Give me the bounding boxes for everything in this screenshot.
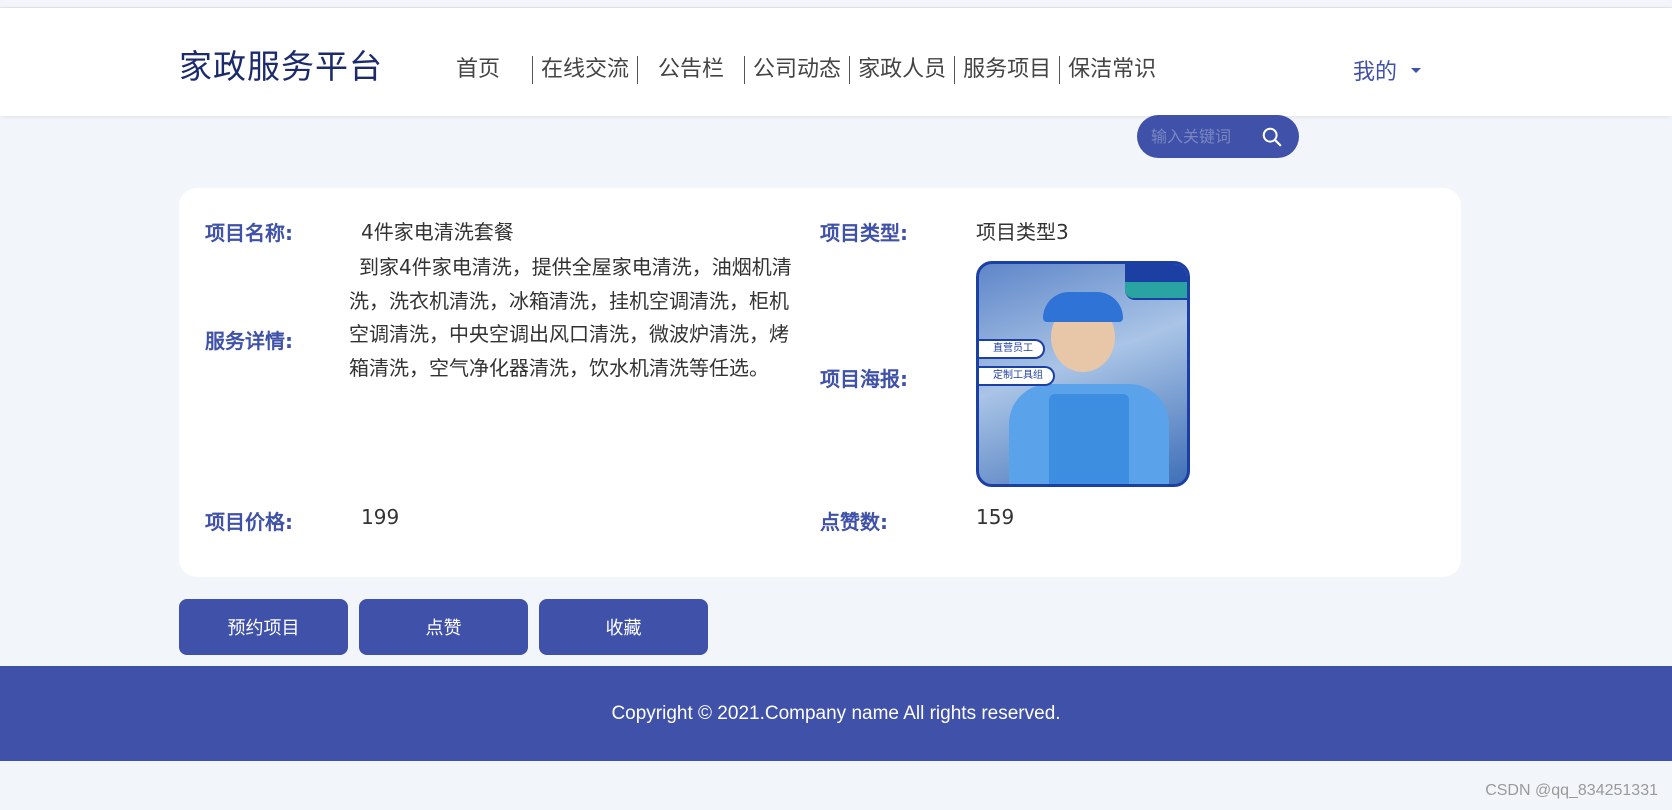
poster-worker-cap	[1043, 292, 1123, 322]
nav-item-company-news[interactable]: 公司动态	[744, 56, 849, 84]
nav-item-services[interactable]: 服务项目	[954, 56, 1059, 84]
poster-worker-apron	[1049, 394, 1129, 484]
service-detail-label: 服务详情:	[205, 329, 293, 353]
nav-item-home[interactable]: 首页	[440, 56, 520, 84]
favorite-button[interactable]: 收藏	[539, 599, 708, 655]
poster-sub-badge	[1125, 282, 1187, 298]
watermark: CSDN @qq_834251331	[1485, 782, 1658, 799]
search-input[interactable]	[1151, 121, 1251, 152]
project-price-value: 199	[361, 505, 400, 529]
user-menu-label: 我的	[1353, 60, 1398, 85]
service-detail-card: 项目名称: 4件家电清洗套餐 项目类型: 项目类型3 服务详情: 到家4件家电清…	[179, 188, 1461, 577]
nav-item-housekeepers[interactable]: 家政人员	[849, 56, 954, 84]
site-brand[interactable]: 家政服务平台	[179, 40, 383, 88]
project-name-value: 4件家电清洗套餐	[361, 220, 514, 244]
main-nav: 首页 在线交流 公告栏 公司动态 家政人员 服务项目 保洁常识	[440, 52, 1164, 88]
project-poster-image: 直营员工 定制工具组	[976, 261, 1190, 487]
top-border	[0, 0, 1672, 8]
nav-item-online-chat[interactable]: 在线交流	[532, 56, 637, 84]
nav-item-cleaning-tips[interactable]: 保洁常识	[1059, 56, 1164, 84]
poster-tag-tools: 定制工具组	[979, 366, 1055, 386]
project-type-value: 项目类型3	[976, 220, 1069, 244]
nav-item-bulletin[interactable]: 公告栏	[637, 56, 744, 84]
site-header: 家政服务平台 首页 在线交流 公告栏 公司动态 家政人员 服务项目 保洁常识 我…	[0, 8, 1672, 116]
user-menu-dropdown[interactable]: 我的	[1353, 54, 1422, 86]
copyright-text: Copyright © 2021.Company name All rights…	[611, 702, 1061, 724]
poster-tag-staff: 直营员工	[979, 339, 1045, 359]
search-icon[interactable]	[1261, 126, 1283, 148]
project-price-label: 项目价格:	[205, 510, 293, 534]
project-name-label: 项目名称:	[205, 221, 293, 245]
project-poster-label: 项目海报:	[820, 367, 908, 391]
site-footer: Copyright © 2021.Company name All rights…	[0, 666, 1672, 761]
like-button[interactable]: 点赞	[359, 599, 528, 655]
likes-count-label: 点赞数:	[820, 510, 888, 534]
service-detail-value: 到家4件家电清洗，提供全屋家电清洗，油烟机清洗，洗衣机清洗，冰箱清洗，挂机空调清…	[349, 255, 792, 380]
likes-count-value: 159	[976, 505, 1015, 529]
search-box	[1137, 115, 1299, 158]
caret-down-icon	[1411, 67, 1422, 73]
project-type-label: 项目类型:	[820, 221, 908, 245]
reserve-button[interactable]: 预约项目	[179, 599, 348, 655]
